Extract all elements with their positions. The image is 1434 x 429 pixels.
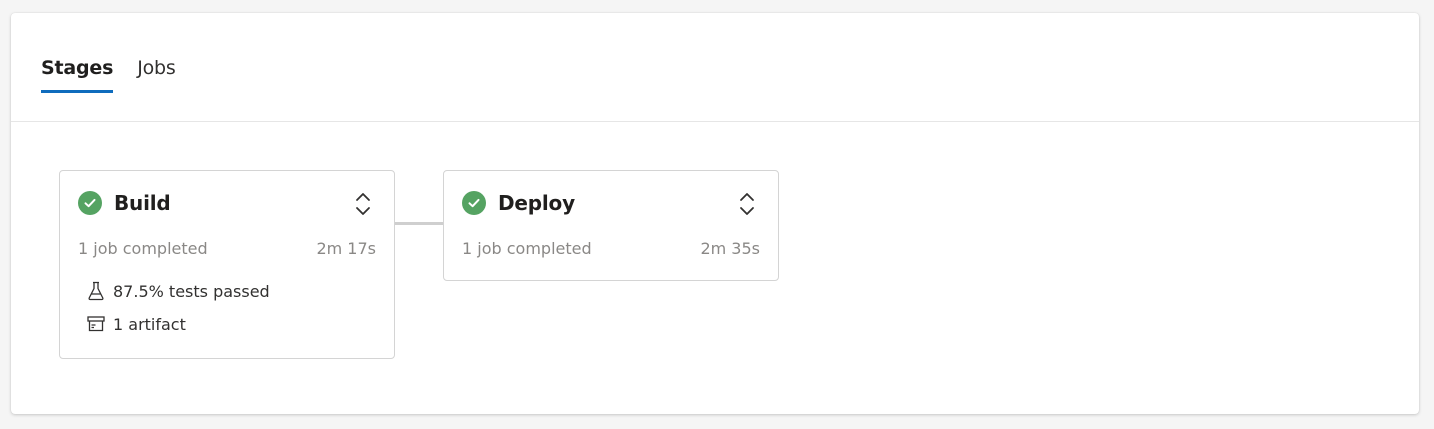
tab-jobs[interactable]: Jobs	[137, 55, 176, 93]
view-tabs: Stages Jobs	[41, 55, 176, 93]
stage-name: Build	[114, 191, 171, 215]
stage-summary: 1 job completed	[78, 239, 208, 258]
stage-card-deploy[interactable]: Deploy 1 job completed 2m 35s	[443, 170, 779, 281]
pipeline-panel: Stages Jobs Build 1 job completed 2m 17s…	[11, 13, 1419, 414]
stage-duration: 2m 35s	[700, 239, 760, 258]
artifacts-link[interactable]: 1 artifact	[86, 314, 186, 334]
expand-collapse-button[interactable]	[736, 191, 758, 217]
artifacts-summary: 1 artifact	[113, 314, 186, 334]
stage-name: Deploy	[498, 191, 575, 215]
stage-duration: 2m 17s	[316, 239, 376, 258]
stage-card-build[interactable]: Build 1 job completed 2m 17s 87.5% tests…	[59, 170, 395, 359]
chevron-up-down-icon	[740, 193, 754, 215]
stage-connector	[395, 222, 443, 225]
expand-collapse-button[interactable]	[352, 191, 374, 217]
stage-summary: 1 job completed	[462, 239, 592, 258]
chevron-up-down-icon	[356, 193, 370, 215]
tests-link[interactable]: 87.5% tests passed	[86, 281, 270, 301]
stage-meta: 1 job completed 2m 17s	[78, 239, 376, 258]
stage-meta: 1 job completed 2m 35s	[462, 239, 760, 258]
stage-header: Deploy	[462, 191, 575, 215]
check-circle-icon	[78, 191, 102, 215]
flask-icon	[86, 281, 106, 301]
artifact-box-icon	[86, 314, 106, 334]
check-circle-icon	[462, 191, 486, 215]
stage-header: Build	[78, 191, 171, 215]
tests-summary: 87.5% tests passed	[113, 281, 270, 301]
tab-stages[interactable]: Stages	[41, 55, 113, 93]
tabs-divider	[11, 121, 1419, 122]
